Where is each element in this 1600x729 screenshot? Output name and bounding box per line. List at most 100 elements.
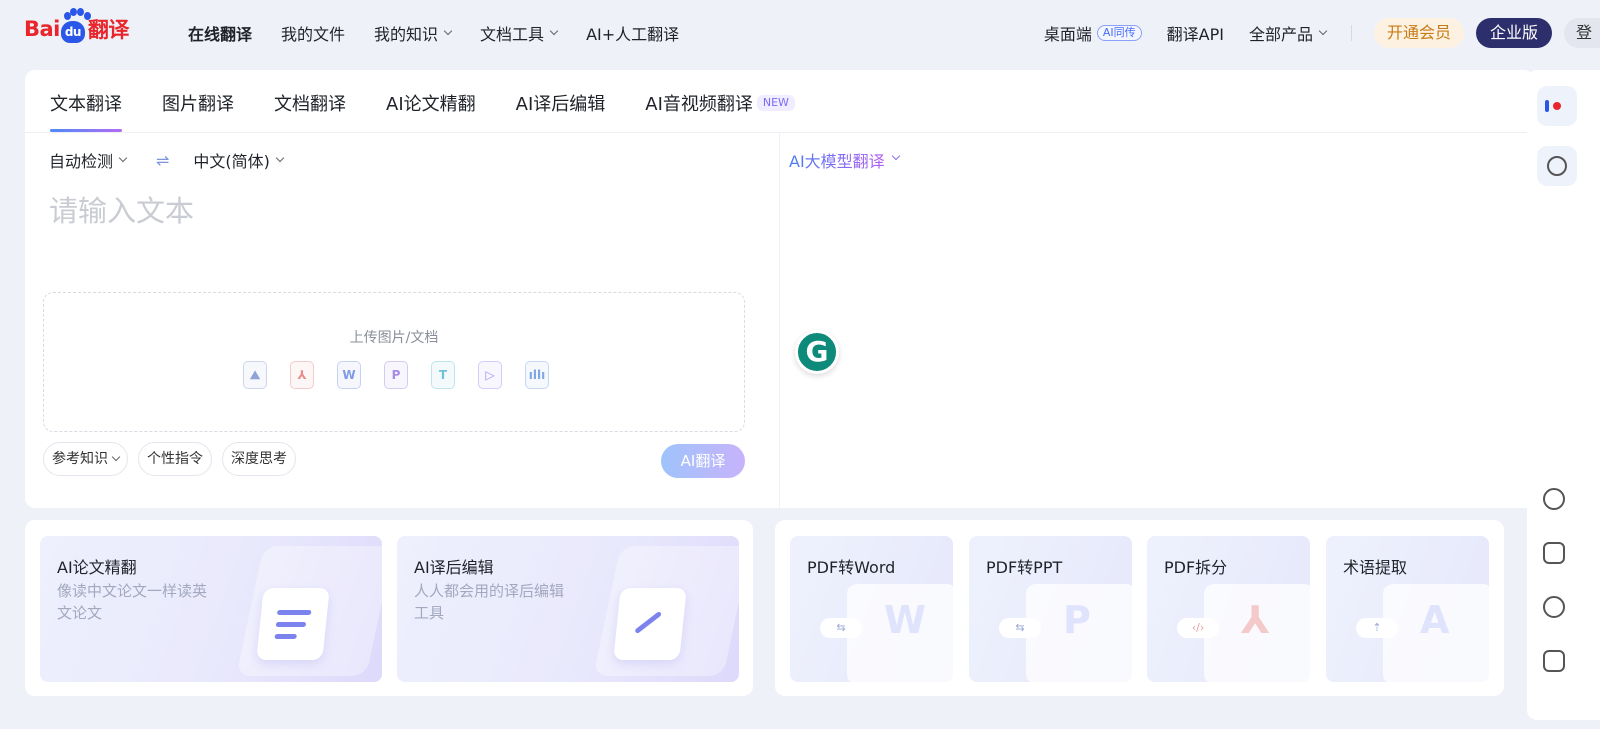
custom-instruction-button[interactable]: 个性指令 <box>138 442 212 476</box>
upload-label: 上传图片/文档 <box>349 330 439 346</box>
desktop-link[interactable]: 桌面端 AI同传 <box>1044 21 1142 45</box>
tab-ai-post-edit[interactable]: AI译后编辑 <box>516 88 606 132</box>
nav-label: AI+人工翻译 <box>586 25 680 44</box>
ai-simultaneous-badge: AI同传 <box>1096 25 1142 41</box>
tab-text-translate[interactable]: 文本翻译 <box>50 88 122 132</box>
login-button[interactable]: 登 <box>1564 18 1600 48</box>
video-file-icon: ▷ <box>478 361 502 389</box>
tab-label: 文档翻译 <box>274 94 346 115</box>
word-file-icon: W <box>337 361 361 389</box>
document-sparkle-icon <box>256 588 330 660</box>
history-icon[interactable] <box>1537 146 1577 186</box>
source-text-input[interactable]: 请输入文本 <box>49 188 194 230</box>
pdf-file-icon: ⅄ <box>290 361 314 389</box>
model-select[interactable]: AI大模型翻译 <box>789 148 885 172</box>
source-language-select[interactable]: 自动检测 <box>49 148 128 172</box>
chevron-down-icon <box>118 153 128 163</box>
chevron-down-icon[interactable] <box>891 151 901 161</box>
source-lang-label: 自动检测 <box>49 152 114 171</box>
pen-edit-icon <box>613 588 687 660</box>
feature-title: AI译后编辑 <box>414 558 494 577</box>
feature-card-ai-paper[interactable]: AI论文精翻 像读中文论文一样读英文论文 <box>40 536 382 682</box>
tab-label: 文本翻译 <box>50 94 122 115</box>
right-nav: 桌面端 AI同传 翻译API 全部产品 开通会员 企业版 登 <box>1044 0 1600 66</box>
divider <box>779 133 780 508</box>
letter-a-icon: A <box>1420 598 1450 642</box>
logo-translate: 翻译 <box>87 18 130 42</box>
ai-translate-button[interactable]: AI翻译 <box>661 444 745 478</box>
nav-my-files[interactable]: 我的文件 <box>281 21 345 45</box>
convert-icon: ⇆ <box>999 618 1041 638</box>
api-link[interactable]: 翻译API <box>1167 21 1224 45</box>
tool-title: PDF拆分 <box>1164 558 1228 577</box>
tab-label: AI论文精翻 <box>386 94 476 115</box>
feedback-icon[interactable] <box>1543 542 1565 564</box>
tab-label: AI译后编辑 <box>515 94 606 115</box>
nav-label: 文档工具 <box>480 25 545 44</box>
nav-label: 我的知识 <box>374 25 439 44</box>
txt-file-icon: T <box>431 361 455 389</box>
enterprise-button[interactable]: 企业版 <box>1475 18 1552 48</box>
audio-file-icon: ıllı <box>525 361 549 389</box>
desktop-label: 桌面端 <box>1043 25 1092 44</box>
tools-panel: PDF转Word ⇆ W PDF转PPT ⇆ P PDF拆分 ‹/› ⅄ 术语提… <box>775 520 1504 696</box>
chip-label: 深度思考 <box>231 451 287 467</box>
feature-desc: 像读中文论文一样读英文论文 <box>57 582 208 622</box>
nav-online-translate[interactable]: 在线翻译 <box>188 21 252 45</box>
settings-icon[interactable] <box>1543 596 1565 618</box>
nav-ai-human-translate[interactable]: AI+人工翻译 <box>586 21 679 45</box>
divider <box>1350 25 1352 41</box>
tool-title: PDF转Word <box>807 558 896 577</box>
ppt-file-icon: P <box>384 361 408 389</box>
feature-title: AI论文精翻 <box>57 558 137 577</box>
right-side-rail <box>1527 70 1600 720</box>
translator-card: 文本翻译 图片翻译 文档翻译 AI论文精翻 AI译后编辑 AI音视频翻译 NEW… <box>25 70 1534 508</box>
word-icon: W <box>884 598 926 642</box>
language-row: 自动检测 ⇌ 中文(简体) <box>49 148 285 172</box>
file-type-icons: ⛰ ⅄ W P T ▷ ıllı <box>243 361 572 389</box>
deep-think-button[interactable]: 深度思考 <box>222 442 296 476</box>
tool-card-term-extract[interactable]: 术语提取 ⇡ A <box>1326 536 1489 682</box>
chevron-down-icon <box>111 452 121 462</box>
chevron-down-icon <box>275 153 285 163</box>
upload-icon: ⇡ <box>1356 618 1398 638</box>
grammarly-icon[interactable]: G <box>795 330 839 374</box>
option-chips: 参考知识 个性指令 深度思考 <box>43 442 306 476</box>
tool-card-pdf-to-word[interactable]: PDF转Word ⇆ W <box>790 536 953 682</box>
upload-dropzone[interactable]: 上传图片/文档 ⛰ ⅄ W P T ▷ ıllı <box>43 292 745 432</box>
headset-icon[interactable] <box>1543 488 1565 510</box>
tab-ai-av-translate[interactable]: AI音视频翻译 NEW <box>645 88 795 132</box>
baidu-translate-logo[interactable]: Bai du 翻译 <box>24 8 130 46</box>
tool-card-pdf-split[interactable]: PDF拆分 ‹/› ⅄ <box>1147 536 1310 682</box>
chevron-down-icon <box>549 26 559 36</box>
all-products-menu[interactable]: 全部产品 <box>1249 21 1328 45</box>
open-vip-button[interactable]: 开通会员 <box>1373 18 1464 48</box>
top-navigation-bar: Bai du 翻译 在线翻译 我的文件 我的知识 文档工具 AI+人工翻译 桌面… <box>0 0 1600 66</box>
target-lang-label: 中文(简体) <box>193 152 270 171</box>
feature-card-ai-post-edit[interactable]: AI译后编辑 人人都会用的译后编辑工具 <box>397 536 739 682</box>
collapse-icon[interactable] <box>1543 650 1565 672</box>
chip-label: 参考知识 <box>52 451 108 467</box>
logo-bai: Bai <box>24 17 60 41</box>
paw-icon <box>64 8 94 22</box>
feature-panel: AI论文精翻 像读中文论文一样读英文论文 AI译后编辑 人人都会用的译后编辑工具 <box>25 520 753 696</box>
tab-ai-paper[interactable]: AI论文精翻 <box>386 88 476 132</box>
tab-image-translate[interactable]: 图片翻译 <box>162 88 234 132</box>
api-label: 翻译API <box>1166 25 1224 44</box>
tab-label: 图片翻译 <box>162 94 234 115</box>
image-file-icon: ⛰ <box>243 361 267 389</box>
code-icon: ‹/› <box>1177 618 1219 638</box>
tool-card-pdf-to-ppt[interactable]: PDF转PPT ⇆ P <box>969 536 1132 682</box>
reference-knowledge-button[interactable]: 参考知识 <box>43 442 128 476</box>
ppt-icon: P <box>1063 598 1091 642</box>
swap-languages-icon[interactable]: ⇌ <box>156 151 169 170</box>
nav-doc-tools[interactable]: 文档工具 <box>480 21 559 45</box>
tab-doc-translate[interactable]: 文档翻译 <box>274 88 346 132</box>
target-language-select[interactable]: 中文(简体) <box>193 148 285 172</box>
nav-my-knowledge[interactable]: 我的知识 <box>374 21 453 45</box>
chip-label: 个性指令 <box>147 451 203 467</box>
model-select-label: AI大模型翻译 <box>789 152 885 171</box>
new-badge: NEW <box>756 95 795 111</box>
nav-label: 在线翻译 <box>188 25 253 44</box>
assistant-icon[interactable] <box>1537 86 1577 126</box>
